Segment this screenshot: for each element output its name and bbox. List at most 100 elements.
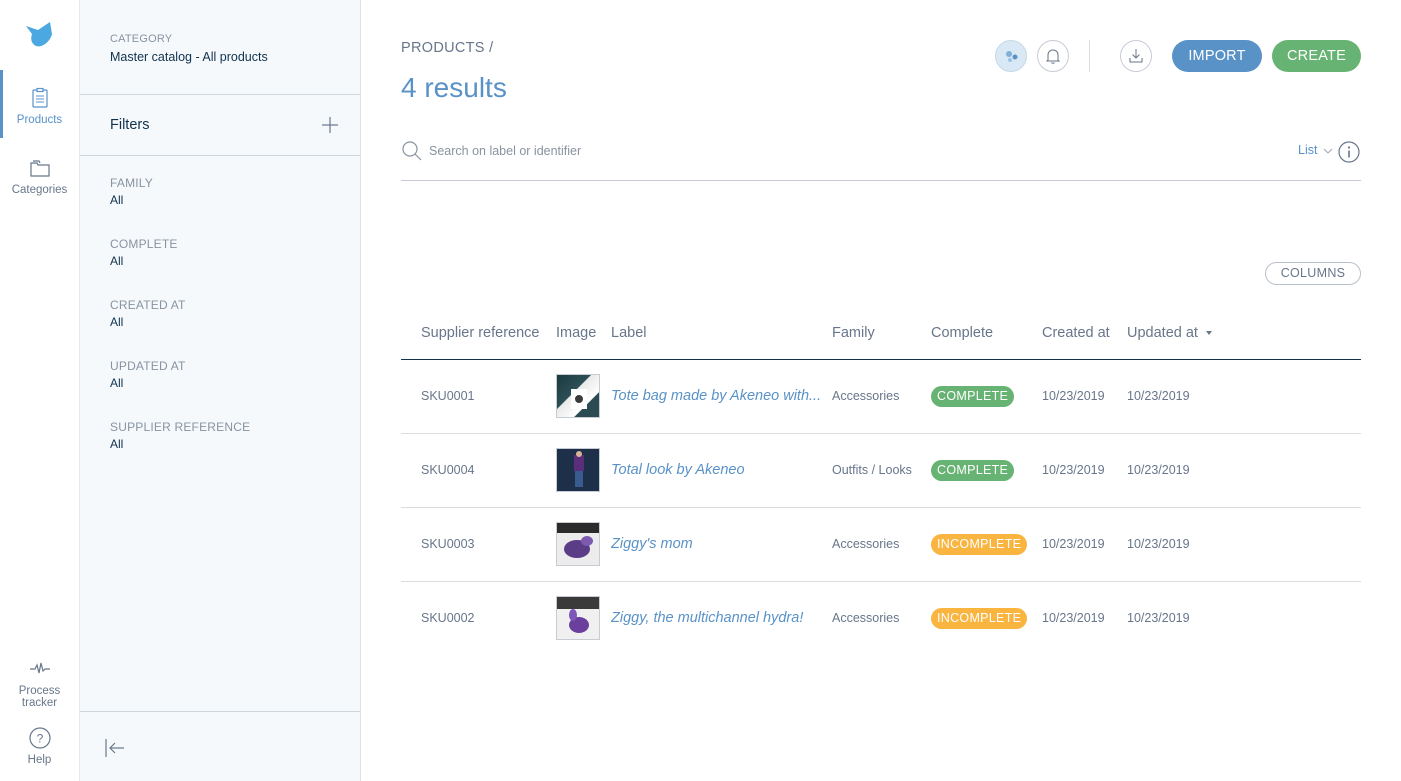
- product-thumbnail[interactable]: [556, 448, 600, 492]
- import-button[interactable]: IMPORT: [1172, 40, 1262, 72]
- create-button[interactable]: CREATE: [1272, 40, 1361, 72]
- cell-sku: SKU0001: [401, 359, 556, 434]
- cell-updated-at: 10/23/2019: [1127, 507, 1361, 582]
- avatar[interactable]: [995, 40, 1027, 72]
- column-header-created-at[interactable]: Created at: [1042, 307, 1127, 360]
- sort-desc-icon: [1205, 330, 1212, 335]
- nav-item-help[interactable]: ? Help: [0, 726, 79, 766]
- clipboard-icon: [31, 87, 48, 108]
- products-table: Supplier reference Image Label Family Co…: [401, 307, 1361, 655]
- table-row[interactable]: SKU0001 Tote bag made by Akeneo with... …: [401, 359, 1361, 434]
- filter-created-at[interactable]: CREATED AT All: [110, 298, 340, 329]
- view-selector[interactable]: List: [1298, 143, 1333, 157]
- nav-label-process-tracker: Process tracker: [18, 685, 61, 709]
- column-header-label[interactable]: Label: [611, 307, 832, 360]
- tote-bag-image: [571, 389, 587, 409]
- cell-created-at: 10/23/2019: [1042, 433, 1127, 508]
- product-label-link[interactable]: Ziggy's mom: [611, 536, 826, 552]
- search-bar: List: [401, 138, 1361, 181]
- columns-button[interactable]: COLUMNS: [1265, 262, 1361, 285]
- cell-created-at: 10/23/2019: [1042, 507, 1127, 582]
- avatar-icon: [1006, 51, 1018, 62]
- filter-label: CREATED AT: [110, 298, 186, 312]
- nav-item-categories[interactable]: Categories: [0, 156, 79, 196]
- activity-icon: [29, 662, 50, 674]
- filter-value: All: [110, 376, 124, 390]
- filter-panel: CATEGORY Master catalog - All products F…: [80, 0, 361, 781]
- status-badge: COMPLETE: [931, 459, 1015, 481]
- notifications-button[interactable]: [1037, 40, 1069, 72]
- cell-family: Outfits / Looks: [832, 433, 931, 508]
- table-row[interactable]: SKU0002 Ziggy, the multichannel hydra! A…: [401, 581, 1361, 655]
- cell-sku: SKU0004: [401, 433, 556, 508]
- product-label-link[interactable]: Ziggy, the multichannel hydra!: [611, 610, 826, 626]
- main-content: PRODUCTS / 4 results IMPORT CREATE List: [361, 0, 1401, 781]
- filters-header: Filters: [80, 95, 360, 156]
- hydra-image: [557, 597, 599, 634]
- filter-label: SUPPLIER REFERENCE: [110, 420, 251, 434]
- status-badge: INCOMPLETE: [931, 607, 1028, 629]
- table-row[interactable]: SKU0004 Total look by Akeneo Outfits / L…: [401, 433, 1361, 508]
- cell-updated-at: 10/23/2019: [1127, 433, 1361, 508]
- cell-sku: SKU0003: [401, 507, 556, 582]
- search-input[interactable]: [429, 140, 1029, 162]
- filter-complete[interactable]: COMPLETE All: [110, 237, 340, 268]
- collapse-panel-icon[interactable]: [104, 738, 126, 758]
- product-label-link[interactable]: Tote bag made by Akeneo with...: [611, 388, 826, 404]
- table-row[interactable]: SKU0003 Ziggy's mom Accessories INCOMPLE…: [401, 507, 1361, 582]
- column-header-updated-at[interactable]: Updated at: [1127, 307, 1361, 360]
- column-header-family[interactable]: Family: [832, 307, 931, 360]
- cell-family: Accessories: [832, 611, 900, 626]
- column-header-complete[interactable]: Complete: [931, 307, 1042, 360]
- column-header-updated-at-label: Updated at: [1127, 324, 1198, 341]
- category-label: CATEGORY: [110, 33, 173, 45]
- search-icon: [402, 141, 422, 161]
- view-selector-label: List: [1298, 143, 1318, 157]
- product-label-link[interactable]: Total look by Akeneo: [611, 462, 826, 478]
- filter-value: All: [110, 193, 124, 207]
- filter-label: UPDATED AT: [110, 359, 186, 373]
- column-header-image[interactable]: Image: [556, 307, 611, 360]
- main-nav: Products Categories Process tracker ? He…: [0, 0, 80, 781]
- filter-value: All: [110, 437, 124, 451]
- header-divider: [1089, 40, 1090, 72]
- table-header-row: Supplier reference Image Label Family Co…: [401, 307, 1361, 360]
- filter-supplier-reference[interactable]: SUPPLIER REFERENCE All: [110, 420, 340, 451]
- status-badge: COMPLETE: [931, 385, 1015, 407]
- outfit-image: [574, 451, 584, 487]
- results-count: 4 results: [401, 72, 507, 103]
- breadcrumb[interactable]: PRODUCTS /: [401, 40, 493, 56]
- column-header-supplier-reference[interactable]: Supplier reference: [401, 307, 556, 360]
- folder-icon: [29, 160, 50, 177]
- cell-sku: SKU0002: [421, 611, 475, 626]
- akeneo-logo[interactable]: [24, 18, 56, 50]
- nav-item-process-tracker[interactable]: Process tracker: [0, 657, 79, 709]
- product-thumbnail[interactable]: [556, 522, 600, 566]
- product-thumbnail[interactable]: [556, 374, 600, 418]
- filters-title: Filters: [110, 117, 150, 133]
- info-icon[interactable]: [1338, 141, 1360, 163]
- nav-item-products[interactable]: Products: [0, 70, 79, 138]
- add-filter-icon[interactable]: [320, 115, 340, 135]
- cell-family: Accessories: [832, 507, 931, 582]
- download-button[interactable]: [1120, 40, 1152, 72]
- filter-label: COMPLETE: [110, 237, 178, 251]
- filter-label: FAMILY: [110, 176, 153, 190]
- chevron-down-icon: [1323, 148, 1333, 154]
- svg-text:?: ?: [36, 732, 43, 746]
- cell-updated-at: 10/23/2019: [1127, 611, 1190, 626]
- cell-updated-at: 10/23/2019: [1127, 359, 1361, 434]
- product-thumbnail[interactable]: [556, 596, 600, 641]
- download-icon: [1129, 49, 1143, 63]
- filter-family[interactable]: FAMILY All: [110, 176, 340, 207]
- category-selector[interactable]: CATEGORY Master catalog - All products: [80, 0, 360, 95]
- panel-footer: [80, 711, 360, 781]
- filter-updated-at[interactable]: UPDATED AT All: [110, 359, 340, 390]
- nav-label-products: Products: [16, 114, 63, 126]
- plush-image: [557, 523, 599, 558]
- nav-label-categories: Categories: [11, 184, 68, 196]
- category-value: Master catalog - All products: [110, 50, 268, 64]
- cell-created-at: 10/23/2019: [1042, 359, 1127, 434]
- status-badge: INCOMPLETE: [931, 533, 1028, 555]
- filter-value: All: [110, 254, 124, 268]
